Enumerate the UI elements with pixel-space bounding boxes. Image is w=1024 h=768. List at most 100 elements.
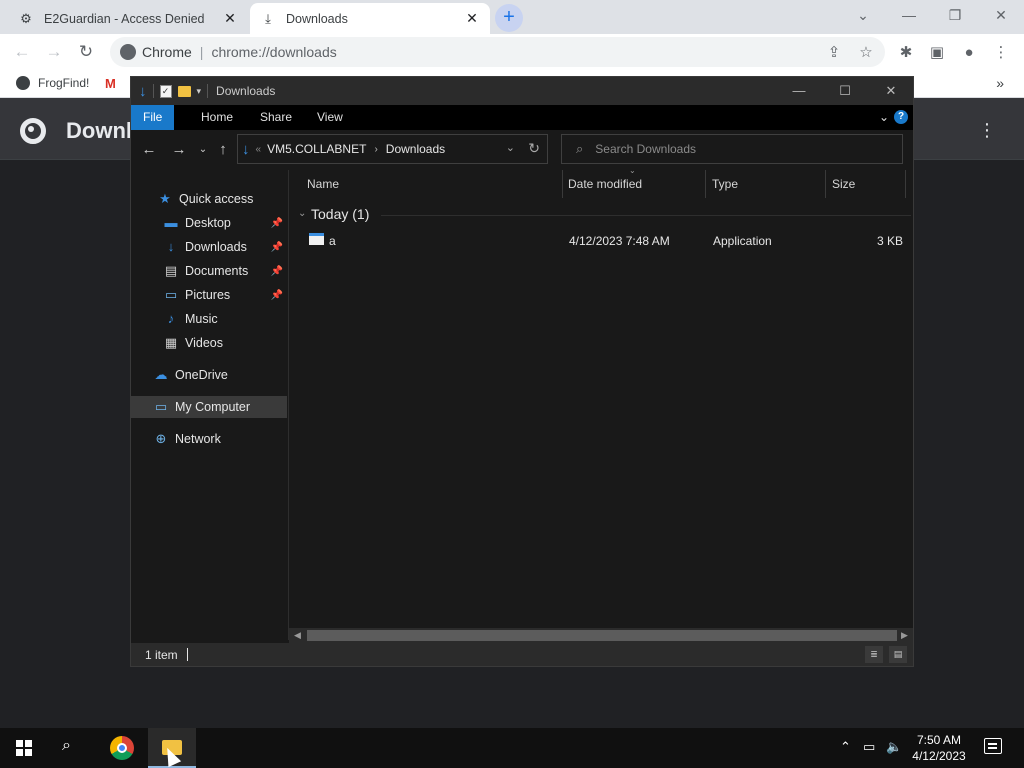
forward-icon[interactable]: → bbox=[169, 140, 189, 160]
chevron-icon: « bbox=[255, 143, 262, 155]
close-icon[interactable]: ✕ bbox=[222, 10, 238, 27]
share-icon[interactable]: ⇪ bbox=[823, 42, 845, 64]
nav-label: Downloads bbox=[185, 240, 247, 254]
nav-music[interactable]: ♪ Music bbox=[131, 308, 287, 330]
notifications-icon[interactable] bbox=[984, 738, 1002, 754]
nav-desktop[interactable]: ▬ Desktop 📌 bbox=[131, 212, 287, 234]
toolbar-separator bbox=[207, 84, 209, 98]
properties-icon[interactable]: ✓ bbox=[159, 84, 172, 98]
scroll-right-icon[interactable]: ▶ bbox=[897, 628, 912, 643]
minimize-icon[interactable]: — bbox=[889, 4, 929, 28]
nav-quick-access[interactable]: ★ Quick access bbox=[131, 188, 287, 210]
scrollbar-thumb[interactable] bbox=[307, 630, 897, 641]
search-placeholder: Search Downloads bbox=[595, 142, 697, 156]
nav-videos[interactable]: ▦ Videos bbox=[131, 332, 287, 354]
nav-downloads[interactable]: ↓ Downloads 📌 bbox=[131, 236, 287, 258]
network-status-icon[interactable]: ▭ bbox=[863, 739, 875, 755]
up-icon[interactable]: ↑ bbox=[213, 140, 233, 160]
recent-locations-icon[interactable]: ⌄ bbox=[193, 140, 213, 160]
pictures-icon: ▭ bbox=[164, 287, 178, 302]
volume-icon[interactable]: 🔈 bbox=[886, 739, 902, 755]
customize-toolbar-icon[interactable]: ▾ bbox=[197, 86, 202, 97]
downloads-menu-icon[interactable]: ⋮ bbox=[978, 120, 996, 141]
close-icon[interactable]: ✕ bbox=[868, 77, 914, 105]
tab-title: Downloads bbox=[286, 11, 348, 26]
search-input[interactable]: ⌕ Search Downloads bbox=[561, 134, 903, 164]
breadcrumb-current[interactable]: Downloads bbox=[386, 142, 445, 156]
download-icon: ↓ bbox=[167, 239, 175, 254]
tab-downloads[interactable]: ⤓ Downloads ✕ bbox=[250, 3, 490, 34]
group-header[interactable]: Today (1) bbox=[311, 206, 369, 222]
nav-network[interactable]: ⊕ Network bbox=[131, 428, 287, 450]
close-icon[interactable]: ✕ bbox=[464, 10, 480, 27]
maximize-icon[interactable]: ☐ bbox=[822, 77, 868, 105]
ribbon-tab-view[interactable]: View bbox=[305, 105, 355, 130]
pin-icon[interactable]: 📌 bbox=[271, 266, 283, 277]
chevron-up-icon[interactable]: ⌃ bbox=[840, 739, 851, 755]
nav-onedrive[interactable]: ☁ OneDrive bbox=[131, 364, 287, 386]
breadcrumb-root[interactable]: VM5.COLLABNET bbox=[267, 142, 366, 156]
tab-e2guardian[interactable]: ⚙ E2Guardian - Access Denied ✕ bbox=[8, 3, 248, 34]
omnibox[interactable]: Chrome | chrome://downloads bbox=[110, 37, 885, 67]
ribbon-tab-home[interactable]: Home bbox=[189, 105, 245, 130]
start-button[interactable] bbox=[16, 740, 32, 756]
nav-documents[interactable]: ▤ Documents 📌 bbox=[131, 260, 287, 282]
table-row[interactable]: a 4/12/2023 7:48 AM Application 3 KB bbox=[299, 230, 907, 252]
file-type: Application bbox=[713, 234, 772, 248]
expand-ribbon-icon[interactable]: ⌄ bbox=[879, 110, 889, 124]
pin-icon[interactable]: 📌 bbox=[271, 218, 283, 229]
column-header-size[interactable]: Size bbox=[826, 170, 906, 198]
column-header-name[interactable]: Name bbox=[301, 170, 563, 198]
menu-icon[interactable]: ⋮ bbox=[990, 42, 1012, 64]
star-icon: ★ bbox=[159, 191, 171, 206]
file-explorer-window: ↓ ✓ ▾ Downloads — ☐ ✕ File Home Share Vi… bbox=[130, 76, 914, 667]
restore-icon[interactable]: ❐ bbox=[935, 4, 975, 28]
more-bookmarks-icon[interactable]: » bbox=[996, 75, 1004, 91]
nav-label: Network bbox=[175, 432, 221, 446]
profile-avatar[interactable]: ● bbox=[958, 42, 980, 64]
bookmark-gmail[interactable]: M bbox=[105, 76, 116, 91]
scroll-left-icon[interactable]: ◀ bbox=[290, 628, 305, 643]
search-icon[interactable]: ⌕ bbox=[62, 737, 71, 755]
new-tab-button[interactable]: + bbox=[495, 4, 523, 32]
extensions-icon[interactable]: ✱ bbox=[895, 42, 917, 64]
file-list: Name Date modified Type Size ⌄ ⌄ Today (… bbox=[289, 166, 913, 630]
file-size: 3 KB bbox=[877, 234, 904, 248]
computer-icon: ▭ bbox=[154, 399, 168, 414]
bookmark-frogfind[interactable]: FrogFind! bbox=[16, 76, 89, 90]
system-clock[interactable]: 7:50 AM 4/12/2023 bbox=[906, 732, 972, 764]
pin-icon[interactable]: 📌 bbox=[271, 290, 283, 301]
column-header-type[interactable]: Type bbox=[706, 170, 826, 198]
chrome-icon[interactable] bbox=[110, 736, 134, 760]
bookmark-star-icon[interactable]: ☆ bbox=[855, 42, 877, 64]
breadcrumb-separator-icon[interactable]: › bbox=[374, 144, 377, 155]
minimize-icon[interactable]: — bbox=[776, 77, 822, 105]
application-icon bbox=[309, 233, 324, 245]
back-icon[interactable]: ← bbox=[139, 140, 159, 160]
large-icons-view-icon[interactable]: ▤ bbox=[889, 646, 907, 663]
address-bar[interactable]: ↓ « VM5.COLLABNET › Downloads ⌄ ↻ bbox=[237, 134, 548, 164]
reload-icon[interactable]: ↻ bbox=[74, 40, 98, 64]
back-icon[interactable]: ← bbox=[10, 40, 34, 64]
tab-search-icon[interactable]: ⌄ bbox=[843, 4, 883, 28]
details-view-icon[interactable]: ≣ bbox=[865, 646, 883, 663]
ribbon-tab-share[interactable]: Share bbox=[248, 105, 304, 130]
sort-indicator-icon: ⌄ bbox=[629, 166, 636, 175]
e2guardian-icon: ⚙ bbox=[20, 10, 32, 26]
horizontal-scrollbar[interactable]: ◀ ▶ bbox=[289, 628, 913, 643]
new-folder-icon[interactable] bbox=[177, 85, 191, 97]
ribbon-tab-file[interactable]: File bbox=[131, 105, 175, 130]
quick-access-toolbar: ↓ ✓ ▾ bbox=[131, 83, 209, 100]
side-panel-icon[interactable]: ▣ bbox=[926, 42, 948, 64]
refresh-icon[interactable]: ↻ bbox=[528, 140, 540, 157]
forward-icon[interactable]: → bbox=[42, 40, 66, 64]
chevron-down-icon[interactable]: ⌄ bbox=[298, 208, 306, 219]
documents-icon: ▤ bbox=[164, 263, 178, 278]
help-icon[interactable]: ? bbox=[894, 110, 908, 124]
chevron-down-icon[interactable]: ⌄ bbox=[506, 141, 515, 154]
nav-pictures[interactable]: ▭ Pictures 📌 bbox=[131, 284, 287, 306]
nav-my-computer[interactable]: ▭ My Computer bbox=[131, 396, 287, 418]
close-window-icon[interactable]: ✕ bbox=[981, 4, 1021, 28]
item-count: 1 item bbox=[145, 648, 178, 662]
pin-icon[interactable]: 📌 bbox=[271, 242, 283, 253]
